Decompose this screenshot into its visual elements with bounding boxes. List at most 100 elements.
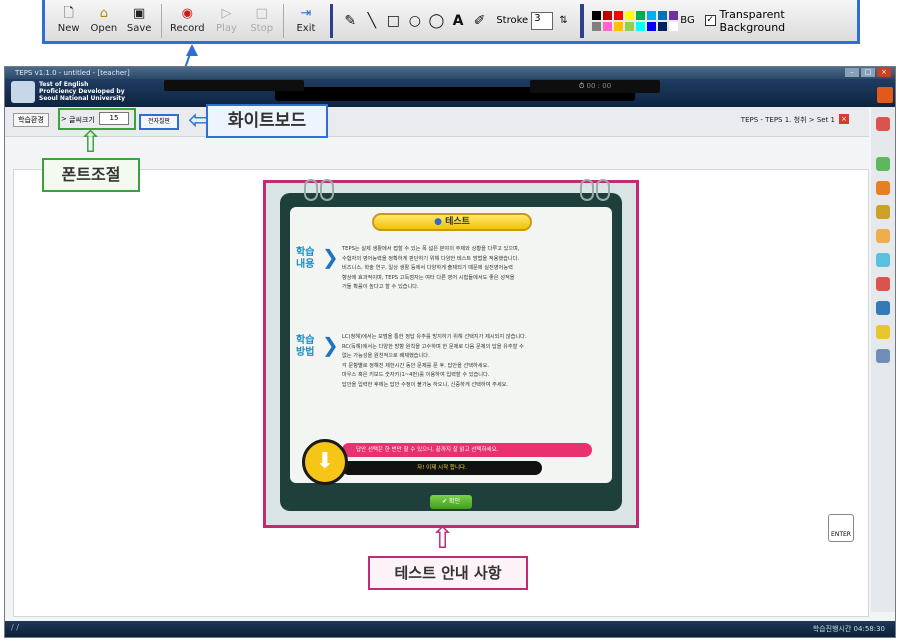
color-swatch[interactable] <box>658 21 668 31</box>
pencil-icon[interactable] <box>876 325 890 339</box>
exit-icon: ⇥ <box>300 6 312 21</box>
pen-icon[interactable]: ✎ <box>339 13 361 29</box>
color-swatch[interactable] <box>592 10 602 20</box>
stop-icon: □ <box>255 6 268 21</box>
up-arrow-icon: ⇧ <box>430 521 456 556</box>
guide-frame: ● 테스트 학습 내용 ❯ TEPS는 실제 생활에서 접할 수 있는 폭 넓은… <box>280 179 622 511</box>
clock-icon: ⏱ <box>578 82 587 90</box>
color-swatch[interactable] <box>625 21 635 31</box>
home-button[interactable] <box>877 87 893 103</box>
rectangle-icon[interactable]: □ <box>383 13 405 29</box>
color-swatch[interactable] <box>658 10 668 20</box>
transparent-checkbox[interactable]: ✓ <box>704 15 716 26</box>
enter-button[interactable]: ENTER <box>828 514 854 542</box>
play-icon: ▷ <box>221 6 232 21</box>
stroke-input[interactable]: 3 <box>531 11 553 30</box>
status-left: / / <box>11 623 19 632</box>
transparent-label: Transparent Background <box>719 7 786 34</box>
window-controls: – □ × <box>845 68 891 77</box>
line-icon[interactable]: ╲ <box>361 13 383 29</box>
play-circle-icon: ● <box>434 217 446 227</box>
save-disk-icon: ▣ <box>132 6 146 21</box>
color-swatch[interactable] <box>636 10 646 20</box>
guide-title: ● 테스트 <box>372 213 532 231</box>
color-swatch[interactable] <box>669 10 679 20</box>
text-icon[interactable]: A <box>447 13 469 29</box>
ellipse-icon[interactable]: ◯ <box>426 13 448 29</box>
save-button[interactable]: ▣ Save <box>122 2 157 40</box>
window-titlebar: TEPS v1.1.0 - untitled - [teacher] – □ × <box>5 67 895 79</box>
toolbar-divider <box>580 3 585 38</box>
callout-whiteboard: 화이트보드 <box>206 104 328 138</box>
confirm-button[interactable]: ✔ 확인 <box>430 495 472 509</box>
study-env-button[interactable]: 학습환경 <box>13 113 49 127</box>
alert-start-banner: 자! 이제 시작 합니다. <box>342 461 542 475</box>
circle-icon[interactable]: ○ <box>404 13 426 29</box>
play-button[interactable]: ▷ Play <box>209 2 244 40</box>
record-icon: ◉ <box>181 6 193 21</box>
timer-display: ⏱ 00 : 00 <box>530 80 660 93</box>
color-swatch[interactable] <box>636 21 646 31</box>
new-file-icon: 🗋 <box>63 6 74 21</box>
ring-icon <box>304 179 318 201</box>
alert-pink-banner: 답안 선택은 한 번만 할 수 있으니, 끝까지 잘 읽고 선택하세요. <box>342 443 592 457</box>
toolbar-divider <box>160 3 162 38</box>
record-button[interactable]: ◉ Record <box>166 2 209 40</box>
status-bar: / / 학습진행시간 04:58:30 <box>5 621 895 637</box>
minimize-button[interactable]: – <box>845 68 859 77</box>
breadcrumb: TEPS - TEPS 1. 청취 > Set 1 <box>740 116 835 124</box>
whiteboard-toolbar: 🗋 New ⌂ Open ▣ Save ◉ Record ▷ Play □ Stop ⇥ Ex… <box>42 0 860 44</box>
exit-button[interactable]: ⇥ Exit <box>288 2 323 40</box>
progress-bar <box>164 80 304 91</box>
color-swatch[interactable] <box>647 21 657 31</box>
record-icon[interactable] <box>876 181 890 195</box>
stroke-spin-icon[interactable]: ⇅ <box>553 15 575 26</box>
callout-font-adjust: 폰트조절 <box>42 158 140 192</box>
ring-icon <box>596 179 610 201</box>
test-guide-card: ● 테스트 학습 내용 ❯ TEPS는 실제 생활에서 접할 수 있는 폭 넓은… <box>263 179 639 528</box>
color-swatch[interactable] <box>592 21 602 31</box>
stroke-label: Stroke <box>496 15 529 26</box>
color-swatch[interactable] <box>603 21 613 31</box>
teps-logo <box>11 81 35 103</box>
maximize-button[interactable]: □ <box>861 68 875 77</box>
color-swatch[interactable] <box>647 10 657 20</box>
elapsed-time: 학습진행시간 04:58:30 <box>812 625 885 633</box>
close-button[interactable]: × <box>877 68 891 77</box>
down-arrow-icon: ⬇ <box>302 439 348 485</box>
up-arrow-icon: ⇧ <box>78 125 104 160</box>
chevron-right-icon: ❯ <box>322 333 339 357</box>
color-swatch[interactable] <box>614 10 624 20</box>
stop-button[interactable]: □ Stop <box>244 2 279 40</box>
whiteboard-button[interactable]: 전자칠판 <box>139 114 179 130</box>
chevron-right-icon: ❯ <box>322 245 339 269</box>
color-swatch[interactable] <box>625 10 635 20</box>
settings-icon[interactable] <box>876 349 890 363</box>
eraser-icon[interactable]: ✐ <box>469 13 491 29</box>
window-title: TEPS v1.1.0 - untitled - [teacher] <box>15 69 130 77</box>
listen-icon[interactable] <box>876 157 890 171</box>
color-swatch[interactable] <box>603 10 613 20</box>
color-swatch[interactable] <box>614 21 624 31</box>
new-button[interactable]: 🗋 New <box>51 2 86 40</box>
note-icon[interactable] <box>876 205 890 219</box>
section1-text: TEPS는 실제 생활에서 접할 수 있는 폭 넓은 분야의 주제와 상황을 다… <box>342 246 520 291</box>
user-icon[interactable] <box>876 277 890 291</box>
open-folder-icon: ⌂ <box>99 6 108 21</box>
bg-label: BG <box>680 15 695 26</box>
color-swatch[interactable] <box>669 21 679 31</box>
open-button[interactable]: ⌂ Open <box>86 2 121 40</box>
section2-text: LC(청해)에서는 모범을 통한 정답 유추를 방지하기 위해 선택지가 제시되… <box>342 334 527 388</box>
app-header: Test of English Proficiency Developed by… <box>5 79 895 107</box>
help-icon[interactable] <box>876 301 890 315</box>
right-sidebar <box>871 107 895 612</box>
toolbar-divider <box>329 3 334 38</box>
color-palette[interactable] <box>592 10 679 31</box>
star-icon[interactable] <box>876 229 890 243</box>
toolbar-divider <box>283 3 285 38</box>
book-icon[interactable] <box>876 253 890 267</box>
logo-text: Test of English Proficiency Developed by… <box>39 81 126 102</box>
close-icon[interactable]: × <box>839 114 849 124</box>
home-icon[interactable] <box>876 117 890 131</box>
ring-icon <box>580 179 594 201</box>
